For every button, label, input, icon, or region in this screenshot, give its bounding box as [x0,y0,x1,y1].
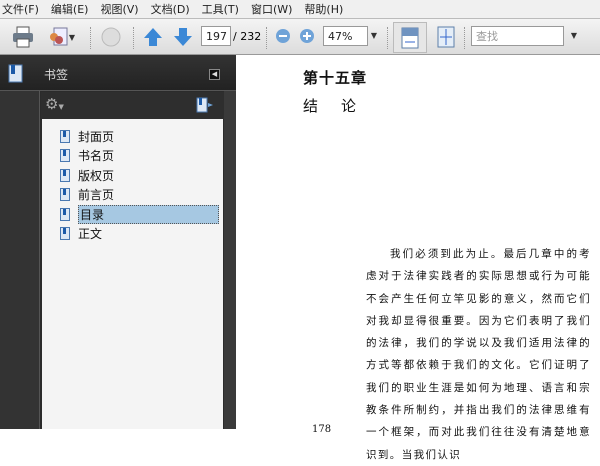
comment-icon [101,27,121,47]
fit-width-icon [401,27,419,48]
body-paragraph: 我们必须到此为止。最后几章中的考虑对于法律实践者的实际思想或行为可能不会产生任何… [366,248,591,461]
fit-page-icon [437,26,455,48]
menu-help[interactable]: 帮助(H) [304,1,343,17]
pane-resize-handle[interactable] [224,91,236,429]
plus-circle-icon [300,29,314,43]
bookmarks-header: 书签 ◀ [0,55,236,91]
options-gear-icon[interactable]: ⚙▼ [45,95,64,113]
arrow-up-icon [144,28,162,46]
bookmark-item[interactable]: 封面页 [60,127,223,145]
bookmark-toolbar: ⚙▼ [41,92,225,119]
zoom-out-button[interactable] [275,28,291,44]
document-view: 第十五章 结 论 我们必须到此为止。最后几章中的考虑对于法律实践者的实际思想或行… [236,55,600,461]
new-bookmark-icon[interactable] [196,97,214,113]
page-total: / 232 [233,29,262,43]
menu-edit[interactable]: 编辑(E) [51,1,89,17]
bookmark-icon [60,148,70,162]
navigation-pane: 书签 ◀ ⚙▼ 封面页 书名页 版权页 前言页 目录 正文 [0,55,236,429]
printer-icon [13,26,33,48]
minus-circle-icon [276,29,290,43]
print-button[interactable] [10,25,36,49]
fit-page-button[interactable] [435,26,457,48]
bookmark-icon [60,226,70,240]
bookmark-panel-icon[interactable] [8,64,23,83]
page-number: 178 [312,424,332,435]
navigation-strip [0,91,40,429]
bookmark-icon [60,207,70,221]
users-document-icon [49,27,68,46]
chapter-title: 结 论 [303,97,361,115]
collaborate-button[interactable]: ▼ [44,25,78,49]
bookmark-item[interactable]: 版权页 [60,166,223,184]
zoom-input[interactable]: 47% [323,26,368,46]
bookmark-icon [60,168,70,182]
zoom-dropdown-icon[interactable]: ▼ [368,31,380,40]
menu-view[interactable]: 视图(V) [100,1,138,17]
bookmark-item[interactable]: 前言页 [60,185,223,203]
bookmark-icon [60,129,70,143]
zoom-in-button[interactable] [299,28,315,44]
bookmark-item-selected[interactable]: 目录 [60,204,223,224]
collapse-pane-button[interactable]: ◀ [209,69,220,80]
search-dropdown-icon[interactable]: ▼ [568,31,580,40]
page-number-input[interactable]: 197 [201,26,231,46]
bookmark-icon [60,187,70,201]
toolbar: ▼ 197 / 232 47% ▼ 查找 ▼ [0,18,600,55]
bookmarks-title: 书签 [44,68,69,82]
arrow-down-icon [174,28,192,46]
chapter-heading: 第十五章 [303,69,368,87]
menu-file[interactable]: 文件(F) [2,1,39,17]
bookmark-item[interactable]: 书名页 [60,146,223,164]
comment-button [98,25,124,49]
chevron-down-icon: ▼ [68,32,76,42]
menu-window[interactable]: 窗口(W) [251,1,292,17]
menu-bar: 文件(F) 编辑(E) 视图(V) 文档(D) 工具(T) 窗口(W) 帮助(H… [0,0,600,18]
bookmark-item[interactable]: 正文 [60,224,223,242]
menu-document[interactable]: 文档(D) [151,1,190,17]
next-page-button[interactable] [172,26,194,48]
search-input[interactable]: 查找 [471,26,564,46]
previous-page-button[interactable] [142,26,164,48]
fit-width-button[interactable] [393,22,427,53]
menu-tools[interactable]: 工具(T) [202,1,239,17]
bookmark-list: 封面页 书名页 版权页 前言页 目录 正文 [42,119,223,429]
